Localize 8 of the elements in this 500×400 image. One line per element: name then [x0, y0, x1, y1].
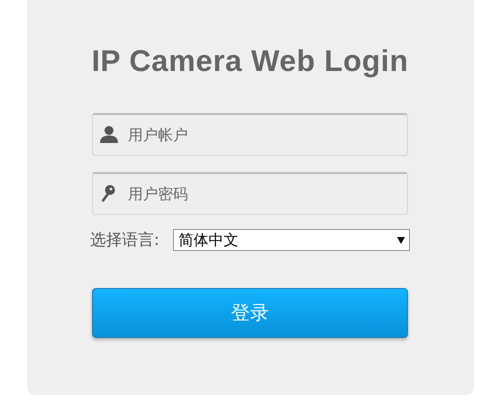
language-select[interactable]: 简体中文: [173, 229, 410, 251]
password-field[interactable]: 用户密码: [92, 172, 408, 215]
key-icon: [100, 184, 116, 202]
language-label: 选择语言:: [90, 229, 160, 251]
dropdown-arrow-icon: [397, 236, 405, 244]
page-title: IP Camera Web Login: [92, 44, 408, 80]
user-icon: [100, 125, 118, 143]
username-field[interactable]: 用户帐户: [92, 113, 408, 156]
